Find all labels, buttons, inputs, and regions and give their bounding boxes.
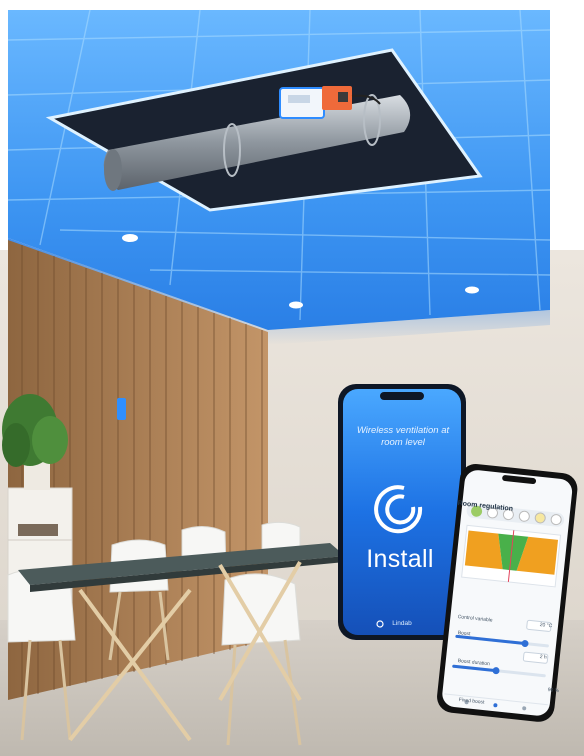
phone-tagline: Wireless ventilation at room level	[356, 425, 450, 448]
control-variable-value: 20 °C	[539, 622, 553, 630]
boost-duration-value: 2 h	[539, 654, 547, 661]
ceiling-light-icon	[289, 301, 303, 309]
sensor-icon	[117, 398, 126, 420]
install-label: Install	[366, 545, 434, 573]
meeting-room-photo	[0, 9, 584, 756]
ceiling-light-icon	[122, 234, 138, 242]
ceiling-light-icon	[465, 286, 479, 294]
regulation-chart	[461, 524, 562, 588]
phone-install-screen	[338, 384, 466, 640]
fixed-boost-value: 90 %	[547, 687, 560, 695]
boost-label: Boost	[457, 630, 471, 638]
brand-label: Lindab	[392, 620, 412, 627]
